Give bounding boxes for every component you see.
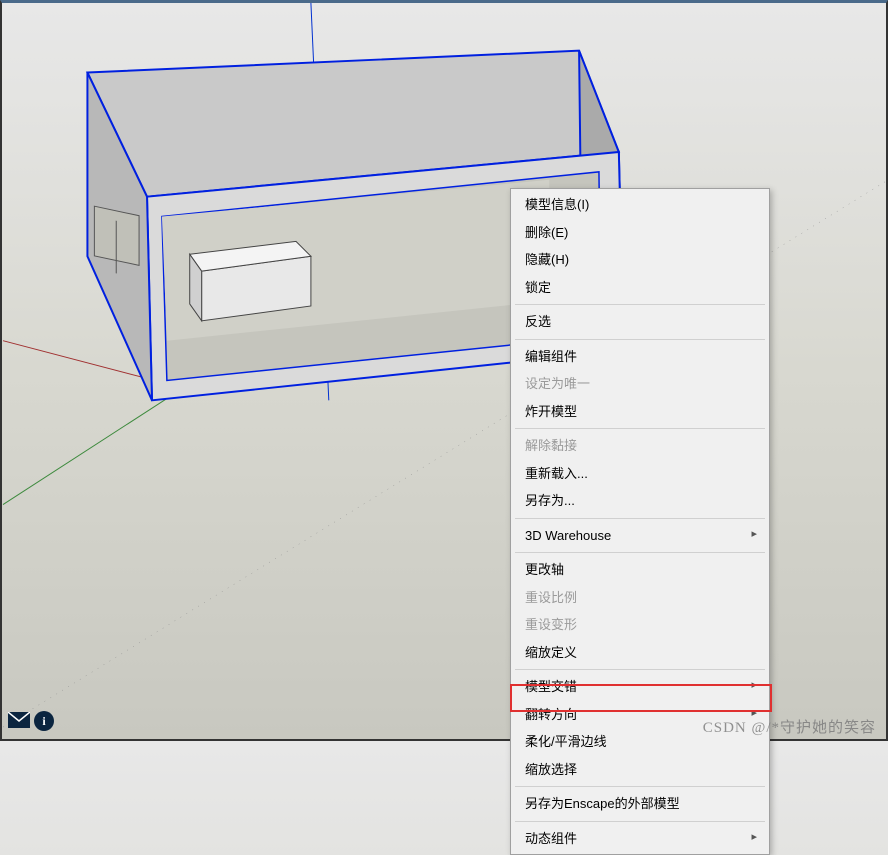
menu-separator (515, 518, 765, 519)
menu-zoom-selection[interactable]: 缩放选择 (513, 756, 767, 784)
menu-lock[interactable]: 锁定 (513, 274, 767, 302)
context-menu: 模型信息(I) 删除(E) 隐藏(H) 锁定 反选 编辑组件 设定为唯一 炸开模… (510, 188, 770, 855)
menu-edit-group[interactable]: 编辑组件 (513, 343, 767, 371)
menu-hide[interactable]: 隐藏(H) (513, 246, 767, 274)
menu-save-as-enscape[interactable]: 另存为Enscape的外部模型 (513, 790, 767, 818)
menu-separator (515, 821, 765, 822)
menu-explode[interactable]: 炸开模型 (513, 398, 767, 426)
status-bar-icons: i (8, 711, 54, 731)
menu-separator (515, 786, 765, 787)
menu-reset-deform: 重设变形 (513, 611, 767, 639)
menu-save-as[interactable]: 另存为... (513, 487, 767, 515)
menu-scale-definition[interactable]: 缩放定义 (513, 639, 767, 667)
menu-model-info[interactable]: 模型信息(I) (513, 191, 767, 219)
menu-separator (515, 552, 765, 553)
envelope-icon[interactable] (8, 712, 30, 730)
menu-separator (515, 669, 765, 670)
menu-reload[interactable]: 重新载入... (513, 460, 767, 488)
watermark-text: CSDN @/*守护她的笑容 (703, 716, 876, 737)
menu-make-unique: 设定为唯一 (513, 370, 767, 398)
inner-box (190, 241, 311, 320)
3d-viewport[interactable]: 模型信息(I) 删除(E) 隐藏(H) 锁定 反选 编辑组件 设定为唯一 炸开模… (0, 0, 888, 741)
menu-3d-warehouse[interactable]: 3D Warehouse (513, 522, 767, 550)
menu-delete[interactable]: 删除(E) (513, 219, 767, 247)
menu-separator (515, 339, 765, 340)
menu-separator (515, 428, 765, 429)
menu-dynamic-components[interactable]: 动态组件 (513, 825, 767, 853)
menu-invert-selection[interactable]: 反选 (513, 308, 767, 336)
menu-reset-scale: 重设比例 (513, 584, 767, 612)
menu-intersect[interactable]: 模型交错 (513, 673, 767, 701)
menu-separator (515, 304, 765, 305)
menu-change-axes[interactable]: 更改轴 (513, 556, 767, 584)
axis-red (3, 341, 147, 379)
info-icon[interactable]: i (34, 711, 54, 731)
menu-unglue: 解除黏接 (513, 432, 767, 460)
